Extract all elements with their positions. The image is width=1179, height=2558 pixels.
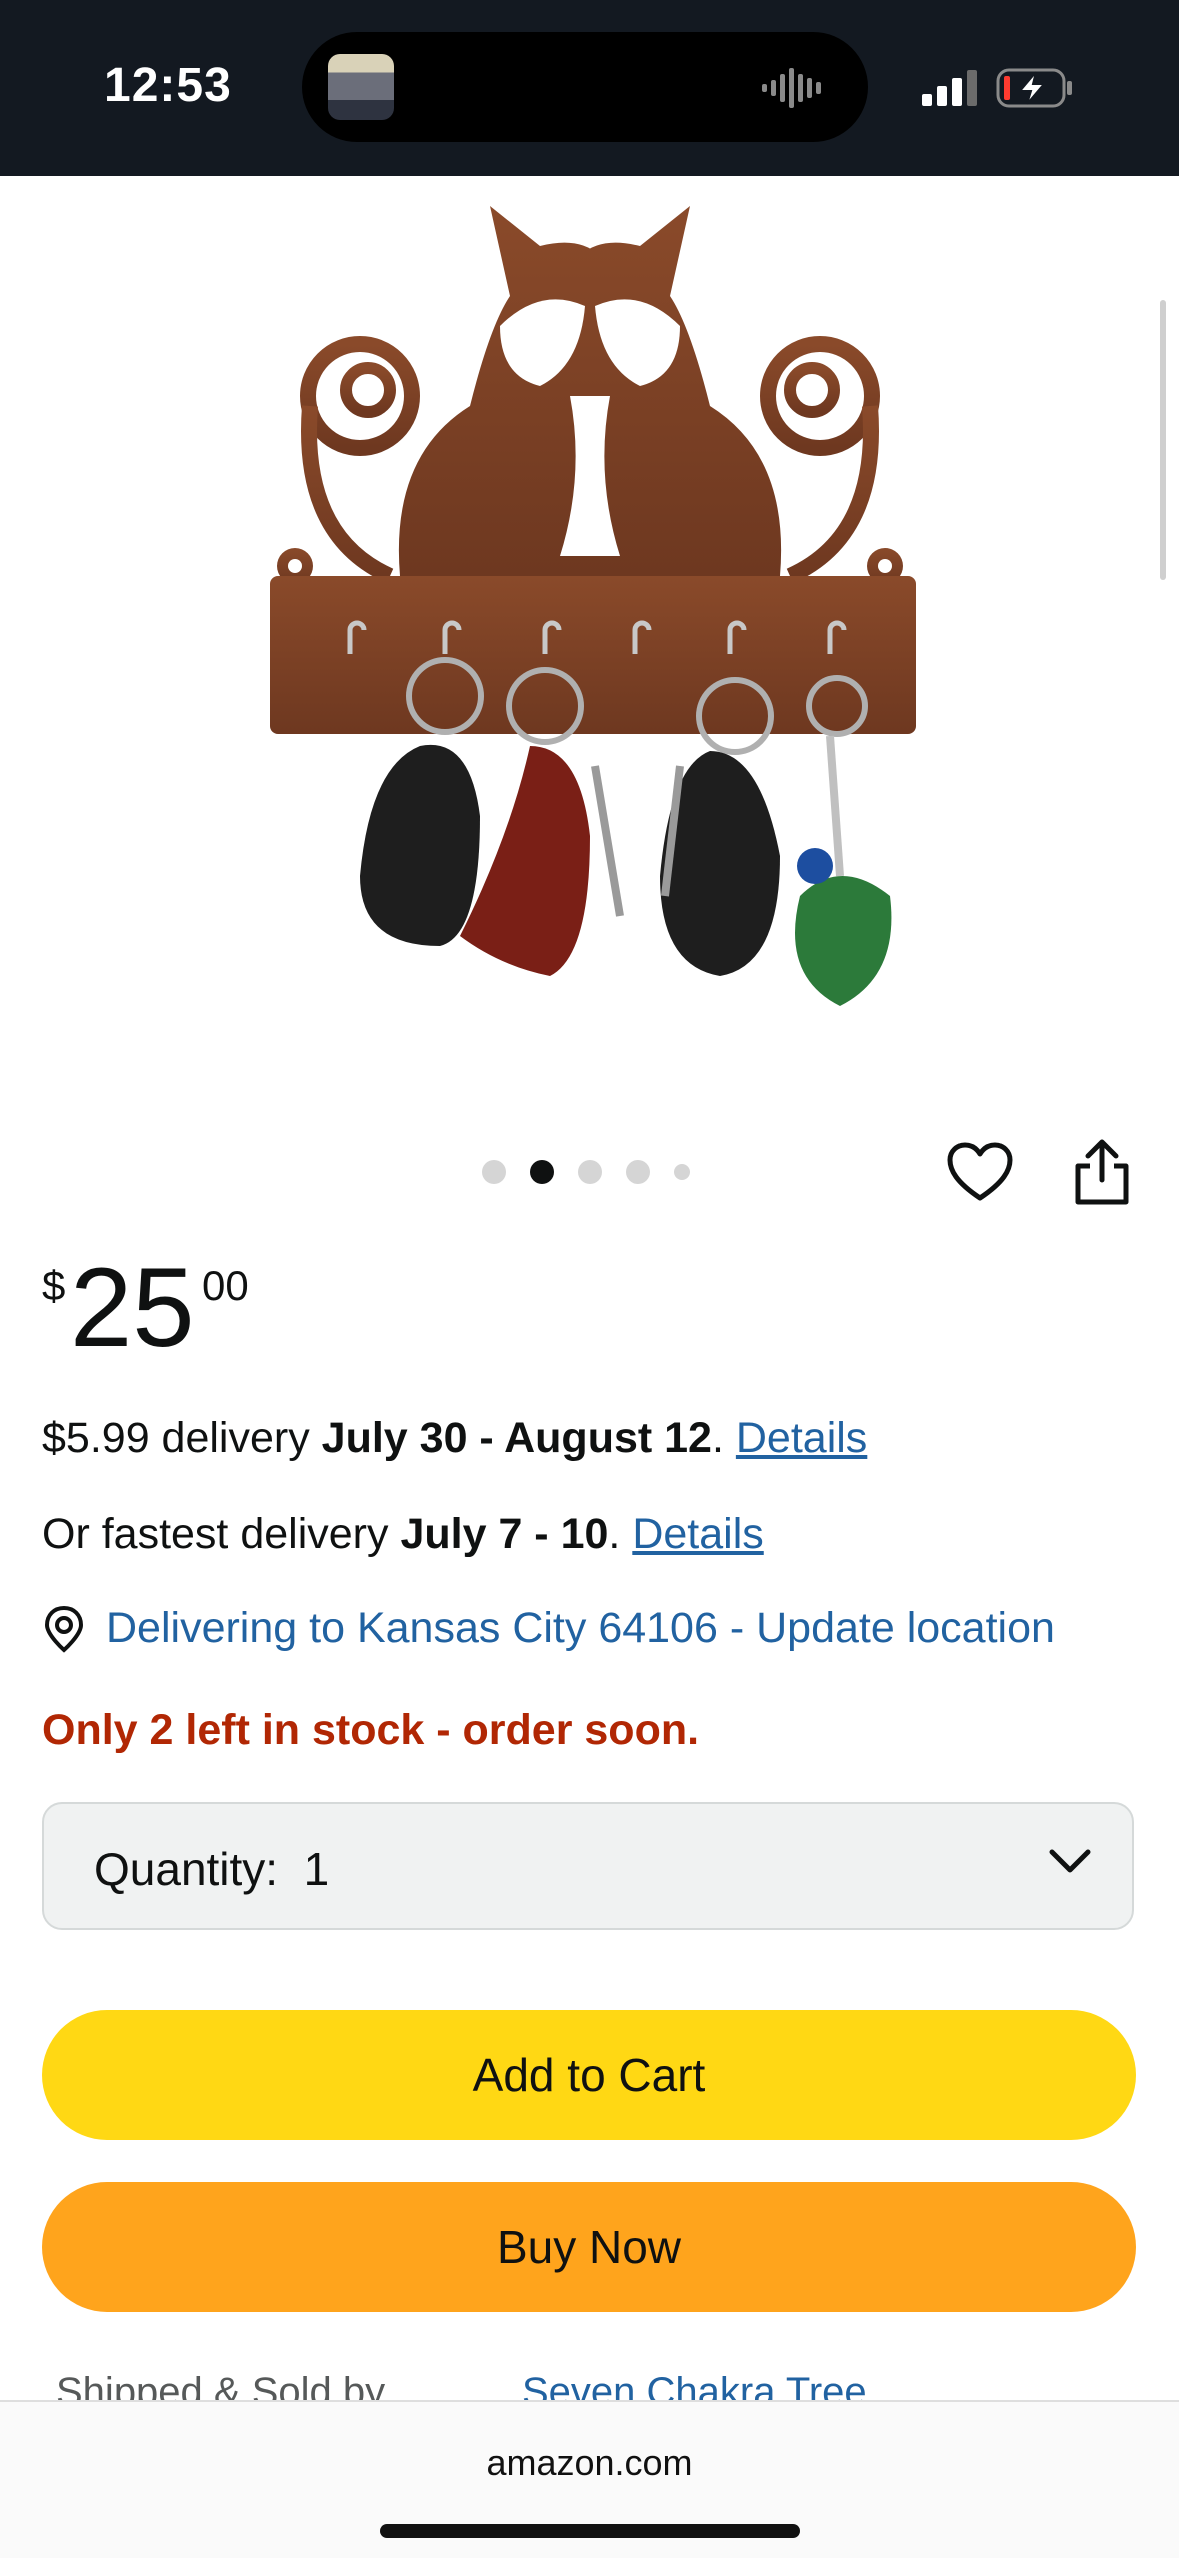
quantity-dropdown[interactable]: Quantity: 1 xyxy=(42,1802,1134,1930)
battery-charging-icon xyxy=(996,68,1072,108)
image-carousel-dots[interactable] xyxy=(482,1160,690,1184)
buy-now-button[interactable]: Buy Now xyxy=(42,2182,1136,2312)
price-currency: $ xyxy=(42,1262,66,1309)
location-pin-icon xyxy=(44,1605,84,1653)
delivery-location-link[interactable]: Delivering to Kansas City 64106 - Update… xyxy=(42,1604,1055,1653)
carousel-dot[interactable] xyxy=(578,1160,602,1184)
fastest-delivery-details-link[interactable]: Details xyxy=(632,1510,763,1558)
share-icon[interactable] xyxy=(1072,1138,1132,1206)
standard-delivery-dates: July 30 - August 12 xyxy=(321,1414,712,1462)
price-whole: 25 xyxy=(70,1245,195,1370)
browser-address[interactable]: amazon.com xyxy=(0,2442,1179,2484)
cellular-signal-icon xyxy=(922,70,977,106)
quantity-value: 1 xyxy=(303,1843,330,1895)
chevron-down-icon xyxy=(1049,1849,1091,1873)
fastest-delivery-line: Or fastest delivery July 7 - 10. Details xyxy=(42,1510,764,1558)
home-indicator[interactable] xyxy=(380,2524,800,2538)
delivery-location-text[interactable]: Delivering to Kansas City 64106 - Update… xyxy=(106,1604,1055,1653)
scroll-indicator[interactable] xyxy=(1160,300,1166,580)
quantity-label: Quantity: xyxy=(94,1843,279,1895)
dynamic-island[interactable] xyxy=(302,32,868,142)
status-time: 12:53 xyxy=(104,59,232,112)
fastest-delivery-dates: July 7 - 10 xyxy=(400,1510,609,1558)
add-to-cart-button[interactable]: Add to Cart xyxy=(42,2010,1136,2140)
status-bar: 12:53 xyxy=(0,0,1179,176)
carousel-dot[interactable] xyxy=(674,1164,690,1180)
audio-waveform-icon xyxy=(762,68,821,108)
now-playing-artwork xyxy=(328,54,394,120)
standard-delivery-line: $5.99 delivery July 30 - August 12. Deta… xyxy=(42,1414,868,1462)
standard-delivery-details-link[interactable]: Details xyxy=(736,1414,867,1462)
product-image[interactable] xyxy=(240,176,940,1056)
stock-warning: Only 2 left in stock - order soon. xyxy=(42,1706,700,1754)
carousel-dot-active[interactable] xyxy=(530,1160,554,1184)
carousel-dot[interactable] xyxy=(626,1160,650,1184)
browser-bottom-bar: amazon.com xyxy=(0,2400,1179,2558)
carousel-dot[interactable] xyxy=(482,1160,506,1184)
price-fraction: 00 xyxy=(202,1262,249,1309)
heart-icon[interactable] xyxy=(946,1142,1014,1204)
